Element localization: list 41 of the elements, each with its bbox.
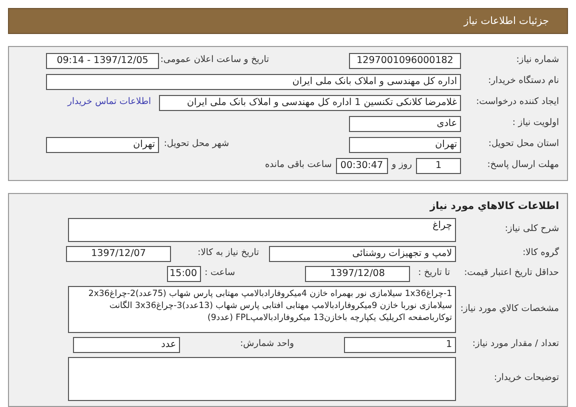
field-label: واحد شمارش:	[240, 338, 294, 352]
field-label: نام دستگاه خریدار:	[488, 75, 559, 88]
text-field[interactable]: 1297001096000182	[349, 53, 461, 69]
text-field[interactable]: 15:00	[167, 266, 201, 282]
text-field[interactable]: اداره کل مهندسی و املاک بانک ملی ایران	[46, 74, 461, 90]
field-label: توضیحات خریدار:	[494, 372, 559, 386]
field-label: استان محل تحویل:	[488, 138, 559, 152]
field-label: مشخصات كالاي مورد نياز:	[460, 302, 559, 316]
field-label: ایجاد کننده درخواست:	[476, 96, 559, 110]
field-label: ساعت :	[204, 267, 235, 280]
text-field[interactable]: عادی	[349, 116, 461, 132]
field-label: تا تاریخ :	[418, 267, 450, 280]
text-field[interactable]: تهران	[349, 137, 461, 153]
field-label: ساعت باقی مانده	[264, 159, 332, 172]
text-field[interactable]: چراغ	[68, 218, 456, 242]
field-label: شماره نیاز:	[516, 54, 559, 68]
field-label: مهلت ارسال پاسخ:	[487, 159, 559, 172]
specs-textarea[interactable]: 1-چراغ1x36 سیلامازی نور بهمراه خازن 4میکروفارادبالامپ مهتابی پارس شهاب (75عدد)2-چراغ2x36 سیلامازی نوربا خازن 9میکروفارادبالامپ مهتابی افتابی پارس شهاب (13عدد)3-چراغ3x36 الگانت توکارباصفحه اکریلیک یکپارچه باخازن13 میکروفارادبالامپFPL (عدد9)	[68, 286, 456, 333]
text-field[interactable]: 1	[416, 158, 461, 174]
field-label: حداقل تاریخ اعتبار قیمت:	[464, 267, 559, 280]
text-field[interactable]: تهران	[46, 137, 159, 153]
text-field[interactable]: 1397/12/07	[66, 246, 171, 262]
text-field[interactable]: 00:30:47	[336, 158, 388, 174]
text-field[interactable]: 1397/12/08	[305, 266, 410, 282]
buyer-notes-textarea[interactable]	[68, 357, 456, 401]
text-field[interactable]: 1	[344, 337, 456, 353]
field-label: تاریخ و ساعت اعلان عمومی:	[160, 54, 269, 68]
header-title: جزئیات اطلاعات نیاز	[464, 14, 549, 28]
text-field[interactable]: 1397/12/05 - 09:14	[46, 53, 159, 69]
section-title: اطلاعات كالاهاي مورد نياز	[428, 200, 559, 214]
text-field[interactable]: عدد	[73, 337, 180, 353]
field-label: شهر محل تحویل:	[164, 138, 229, 152]
field-label: تعداد / مقدار مورد نیاز:	[472, 338, 559, 352]
field-label: اولویت نیاز :	[512, 117, 559, 130]
field-label: تاریخ نیاز به کالا:	[198, 247, 259, 260]
text-field[interactable]: لامپ و تجهیزات روشنائی	[269, 246, 456, 262]
field-label: شرح کلی نیاز:	[504, 223, 559, 236]
contact-buyer-link[interactable]: اطلاعات تماس خریدار	[68, 96, 151, 110]
field-label: روز و	[392, 159, 412, 172]
field-label: گروه کالا:	[522, 247, 559, 260]
text-field[interactable]: غلامرضا کلانکی تکنسین 1 اداره کل مهندسی و املاک بانک ملی ایران	[159, 95, 461, 111]
